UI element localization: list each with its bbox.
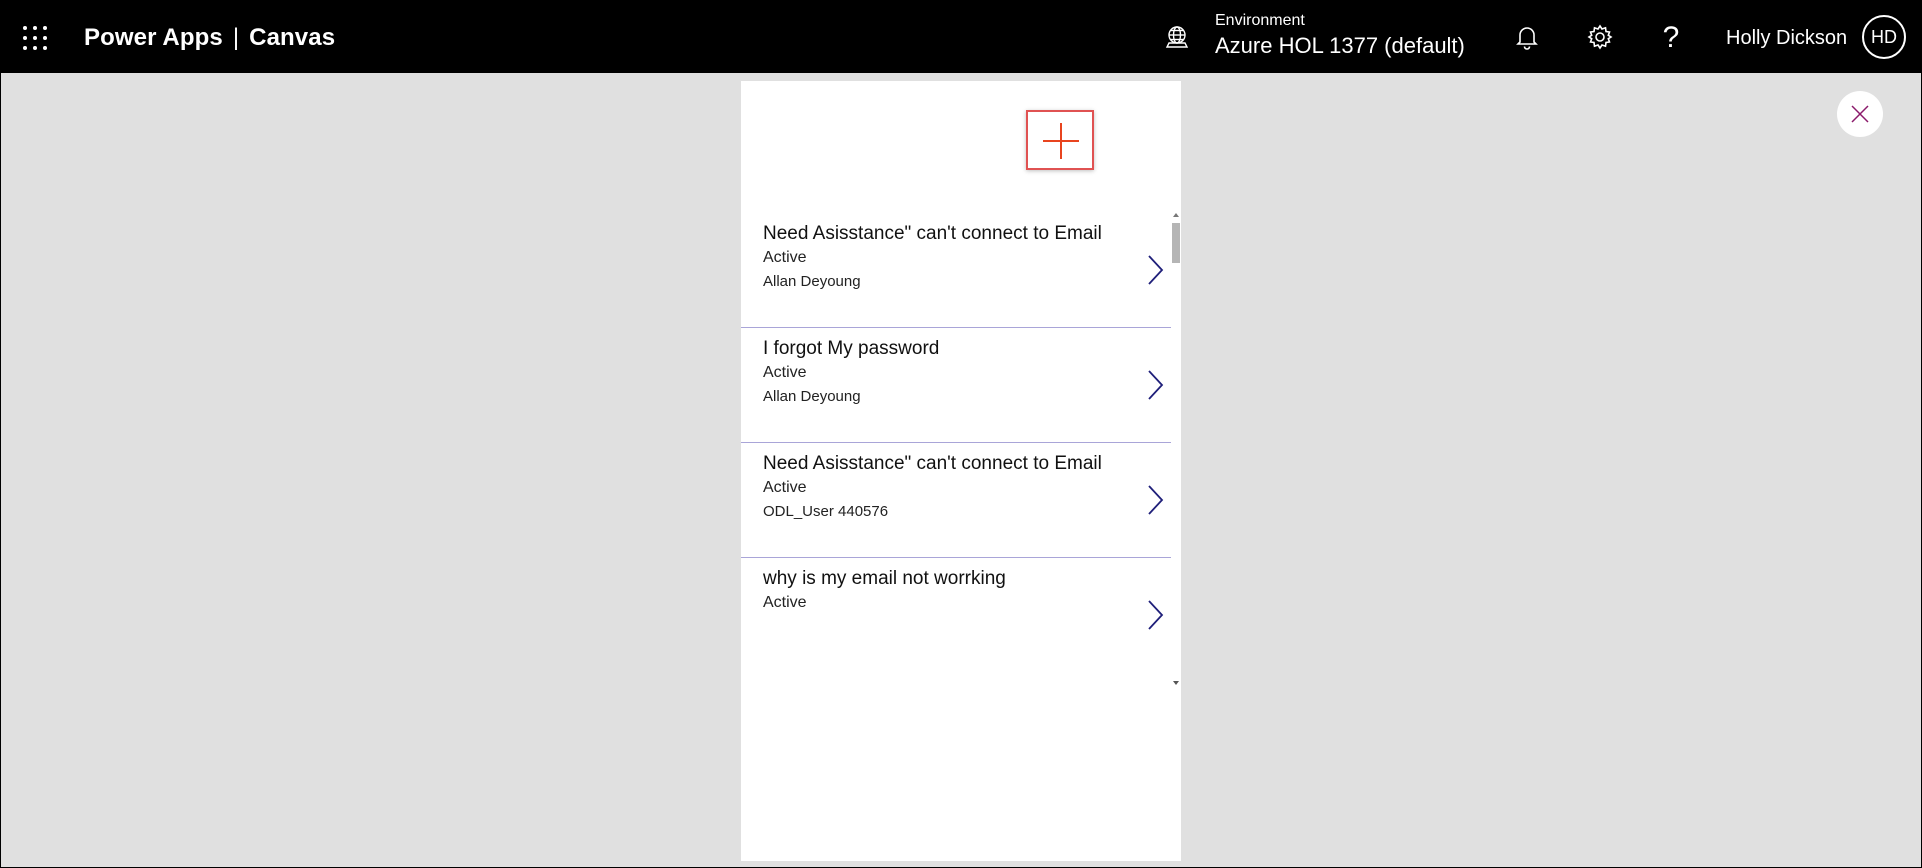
avatar[interactable]: HD xyxy=(1862,15,1906,59)
help-icon[interactable]: ? xyxy=(1656,23,1686,53)
list-item[interactable]: Need Asisstance" can't connect to Email … xyxy=(741,443,1171,558)
item-owner: ODL_User 440576 xyxy=(763,503,889,520)
section-name: Canvas xyxy=(249,24,336,51)
item-status: Active xyxy=(763,249,807,266)
item-title: Need Asisstance" can't connect to Email xyxy=(763,223,1102,244)
user-name[interactable]: Holly Dickson xyxy=(1726,27,1847,50)
app-canvas: Need Asisstance" can't connect to Email … xyxy=(741,81,1181,861)
gallery-scrollbar[interactable] xyxy=(1171,213,1181,691)
app-brand[interactable]: Power Apps | Canvas xyxy=(84,24,335,52)
chevron-right-icon[interactable] xyxy=(1145,368,1165,402)
chevron-right-icon[interactable] xyxy=(1145,483,1165,517)
chevron-right-icon[interactable] xyxy=(1145,598,1165,632)
item-status: Active xyxy=(763,594,807,611)
bell-icon[interactable] xyxy=(1512,22,1542,52)
brand-separator: | xyxy=(232,24,240,51)
item-title: I forgot My password xyxy=(763,338,940,359)
close-icon xyxy=(1851,105,1869,123)
item-status: Active xyxy=(763,479,807,496)
scroll-up-arrow-icon[interactable] xyxy=(1173,213,1179,217)
scroll-thumb[interactable] xyxy=(1172,223,1180,263)
app-name: Power Apps xyxy=(84,24,223,51)
list-item[interactable]: why is my email not worrking Active xyxy=(741,558,1171,673)
close-button[interactable] xyxy=(1837,91,1883,137)
list-item[interactable]: I forgot My password Active Allan Deyoun… xyxy=(741,328,1171,443)
waffle-icon[interactable] xyxy=(20,23,50,53)
environment-name[interactable]: Azure HOL 1377 (default) xyxy=(1215,33,1465,59)
item-title: why is my email not worrking xyxy=(763,568,1006,589)
scroll-down-arrow-icon[interactable] xyxy=(1173,681,1179,685)
plus-icon xyxy=(1043,123,1079,159)
gear-icon[interactable] xyxy=(1585,22,1615,52)
ticket-gallery[interactable]: Need Asisstance" can't connect to Email … xyxy=(741,213,1171,691)
add-button[interactable] xyxy=(1026,110,1094,170)
environment-label: Environment xyxy=(1215,12,1305,29)
item-owner: Allan Deyoung xyxy=(763,273,861,290)
chevron-right-icon[interactable] xyxy=(1145,253,1165,287)
list-item[interactable]: Need Asisstance" can't connect to Email … xyxy=(741,213,1171,328)
item-title: Need Asisstance" can't connect to Email xyxy=(763,453,1102,474)
top-bar: Power Apps | Canvas Environment Azure HOL … xyxy=(0,0,1922,73)
globe-icon[interactable] xyxy=(1163,24,1191,52)
item-owner: Allan Deyoung xyxy=(763,388,861,405)
item-status: Active xyxy=(763,364,807,381)
